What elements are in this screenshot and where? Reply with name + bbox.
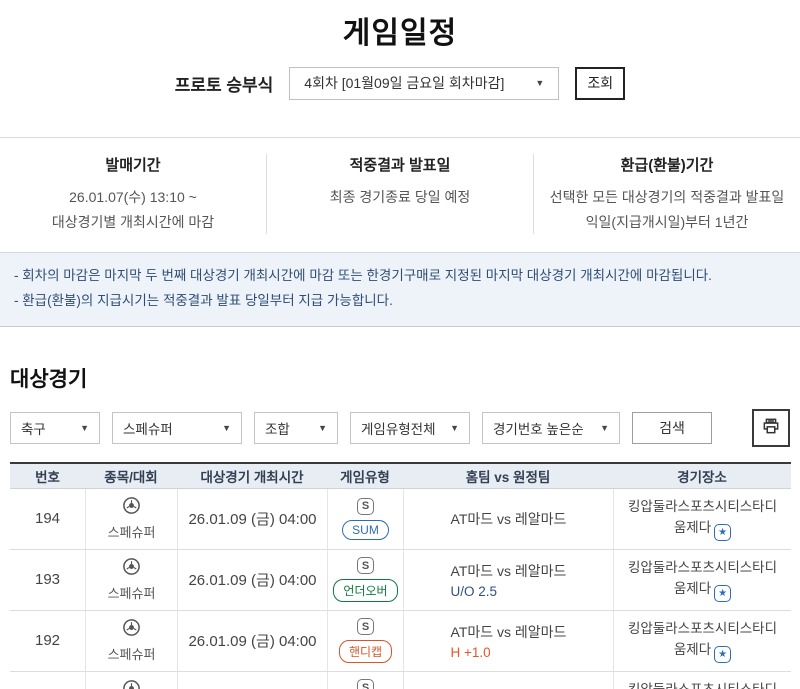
venue-star-icon[interactable]: ★: [714, 585, 731, 602]
table-header-row: 번호 종목/대회 대상경기 개최시간 게임유형 홈팀 vs 원정팀 경기장소: [10, 464, 791, 489]
single-game-icon: S: [357, 618, 374, 635]
league-name: 스페슈퍼: [108, 583, 156, 602]
venue-name: 킹압둘라스포츠시티스타디움제다★: [614, 558, 791, 601]
league-name: 스페슈퍼: [108, 522, 156, 541]
info-panel-line: 최종 경기종료 당일 예정: [279, 185, 521, 210]
venue-text: 킹압둘라스포츠시티스타디움제다: [628, 499, 777, 534]
game-type-select-value: 게임유형전체: [361, 418, 436, 438]
info-panel-line: 대상경기별 개최시간에 마감: [12, 210, 254, 235]
sort-order-select-value: 경기번호 높은순: [493, 418, 584, 438]
single-game-icon: S: [357, 498, 374, 515]
col-header-league: 종목/대회: [85, 466, 177, 486]
venue-name: 킹압둘라스포츠시티스타디움제다★: [614, 680, 791, 689]
venue-text: 킹압둘라스포츠시티스타디움제다: [628, 682, 777, 689]
combo-select-value: 조합: [265, 418, 290, 438]
sport-select-value: 축구: [21, 418, 46, 438]
chevron-down-icon: ▼: [222, 423, 231, 433]
game-start-time: 26.01.09 (금) 04:00: [188, 569, 316, 590]
game-number: 194: [35, 510, 60, 527]
single-game-icon: S: [357, 557, 374, 574]
print-button[interactable]: [752, 409, 790, 447]
col-header-number: 번호: [10, 466, 85, 486]
table-row: 192 스페슈퍼 26.01.09 (금) 04:00 S 핸디캡 AT마드 vs 레알마…: [10, 611, 791, 672]
info-panel-line: 익일(지급개시일)부터 1년간: [546, 210, 788, 235]
venue-name: 킹압둘라스포츠시티스타디움제다★: [614, 497, 791, 540]
venue-star-icon[interactable]: ★: [714, 646, 731, 663]
col-header-teams: 홈팀 vs 원정팀: [403, 466, 613, 486]
soccer-icon: [122, 618, 141, 642]
game-number: 192: [35, 632, 60, 649]
chevron-down-icon: ▼: [535, 78, 544, 88]
game-type-badge: 핸디캡: [339, 640, 392, 663]
venue-name: 킹압둘라스포츠시티스타디움제다★: [614, 619, 791, 662]
info-panel-refund-period: 환급(환불)기간 선택한 모든 대상경기의 적중결과 발표일 익일(지급개시일)…: [533, 154, 800, 234]
chevron-down-icon: ▼: [450, 423, 459, 433]
info-strip: 발매기간 26.01.07(수) 13:10 ~ 대상경기별 개최시간에 마감 …: [0, 137, 800, 253]
round-select-dropdown[interactable]: 4회차 [01월09일 금요일 회차마감] ▼: [289, 67, 559, 100]
search-button[interactable]: 검색: [632, 412, 712, 444]
info-panel-line: 26.01.07(수) 13:10 ~: [12, 185, 254, 210]
printer-icon: [761, 416, 781, 439]
notice-line: - 환급(환불)의 지급시기는 적중결과 발표 당일부터 지급 가능합니다.: [14, 289, 786, 314]
sort-order-select[interactable]: 경기번호 높은순 ▼: [482, 412, 620, 444]
single-game-icon: S: [357, 679, 374, 689]
page-title: 게임일정: [0, 0, 800, 52]
table-row: 193 스페슈퍼 26.01.09 (금) 04:00 S 언더오버 AT마드 vs 레알…: [10, 550, 791, 611]
notice-line: - 회차의 마감은 마지막 두 번째 대상경기 개최시간에 마감 또는 한경기구…: [14, 264, 786, 289]
matchup-teams: AT마드 vs 레알마드: [451, 511, 567, 527]
game-type-badge: 언더오버: [333, 579, 397, 602]
game-start-time: 26.01.09 (금) 04:00: [188, 508, 316, 529]
col-header-game-type: 게임유형: [327, 466, 403, 486]
venue-text: 킹압둘라스포츠시티스타디움제다: [628, 621, 777, 656]
table-row: 191스페슈퍼26.01.09 (금) 04:00S일반AT마드 vs 레알마드…: [10, 672, 791, 689]
chevron-down-icon: ▼: [318, 423, 327, 433]
table-row: 194 스페슈퍼 26.01.09 (금) 04:00 S SUM AT마드 vs 레알마…: [10, 489, 791, 550]
game-type-detail: U/O 2.5: [451, 584, 567, 599]
info-panel-title: 환급(환불)기간: [546, 154, 788, 175]
info-panel-result-date: 적중결과 발표일 최종 경기종료 당일 예정: [266, 154, 533, 234]
league-select[interactable]: 스페슈퍼 ▼: [112, 412, 242, 444]
combo-select[interactable]: 조합 ▼: [254, 412, 338, 444]
soccer-icon: [122, 496, 141, 520]
inquiry-button[interactable]: 조회: [575, 67, 625, 100]
game-start-time: 26.01.09 (금) 04:00: [188, 630, 316, 651]
soccer-icon: [122, 679, 141, 689]
matchup-teams: AT마드 vs 레알마드: [451, 563, 567, 579]
col-header-start-time: 대상경기 개최시간: [177, 466, 327, 486]
filter-row: 축구 ▼ 스페슈퍼 ▼ 조합 ▼ 게임유형전체 ▼ 경기번호 높은순 ▼ 검색: [10, 409, 790, 447]
game-number: 193: [35, 571, 60, 588]
game-type-select[interactable]: 게임유형전체 ▼: [350, 412, 470, 444]
venue-text: 킹압둘라스포츠시티스타디움제다: [628, 560, 777, 595]
col-header-venue: 경기장소: [613, 466, 791, 486]
info-panel-title: 발매기간: [12, 154, 254, 175]
soccer-icon: [122, 557, 141, 581]
sport-select[interactable]: 축구 ▼: [10, 412, 100, 444]
round-select-value: 4회차 [01월09일 금요일 회차마감]: [304, 73, 504, 93]
game-type-detail: H +1.0: [451, 645, 567, 660]
round-selector-row: 프로토 승부식 4회차 [01월09일 금요일 회차마감] ▼ 조회: [0, 66, 800, 100]
game-type-badge: SUM: [342, 520, 389, 540]
venue-star-icon[interactable]: ★: [714, 524, 731, 541]
league-select-value: 스페슈퍼: [123, 418, 173, 438]
section-title-target-games: 대상경기: [10, 363, 800, 393]
notice-box: - 회차의 마감은 마지막 두 번째 대상경기 개최시간에 마감 또는 한경기구…: [0, 253, 800, 327]
matchup-teams: AT마드 vs 레알마드: [451, 624, 567, 640]
league-name: 스페슈퍼: [108, 644, 156, 663]
chevron-down-icon: ▼: [600, 423, 609, 433]
games-table: 번호 종목/대회 대상경기 개최시간 게임유형 홈팀 vs 원정팀 경기장소 1…: [10, 462, 791, 689]
info-panel-title: 적중결과 발표일: [279, 154, 521, 175]
chevron-down-icon: ▼: [80, 423, 89, 433]
round-selector-label: 프로토 승부식: [175, 71, 274, 96]
info-panel-sale-period: 발매기간 26.01.07(수) 13:10 ~ 대상경기별 개최시간에 마감: [0, 154, 266, 234]
info-panel-line: 선택한 모든 대상경기의 적중결과 발표일: [546, 185, 788, 210]
